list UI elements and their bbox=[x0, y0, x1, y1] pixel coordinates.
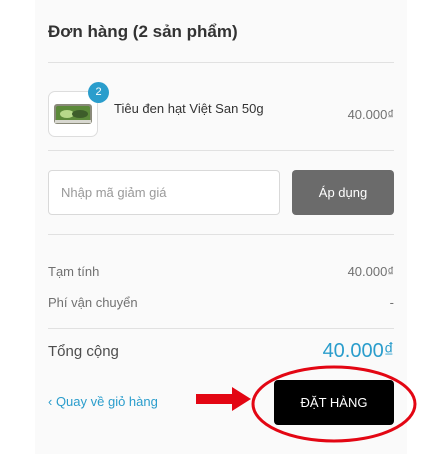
total-label: Tổng cộng bbox=[48, 343, 119, 360]
back-to-cart-link[interactable]: ‹ Quay về giỏ hàng bbox=[48, 394, 158, 409]
divider bbox=[48, 150, 394, 151]
divider bbox=[48, 62, 394, 63]
divider bbox=[48, 234, 394, 235]
total-value: 40.000₫ bbox=[322, 340, 394, 362]
product-image-icon bbox=[54, 104, 92, 124]
product-price: 40.000₫ bbox=[347, 107, 394, 122]
divider bbox=[48, 328, 394, 329]
shipping-label: Phí vận chuyển bbox=[48, 295, 138, 310]
place-order-button[interactable]: ĐẶT HÀNG bbox=[274, 380, 394, 425]
red-arrow-annotation-icon bbox=[196, 387, 251, 411]
subtotal-value: 40.000₫ bbox=[347, 264, 394, 279]
subtotal-label: Tạm tính bbox=[48, 264, 100, 279]
order-title: Đơn hàng (2 sản phẩm) bbox=[48, 22, 238, 41]
coupon-input[interactable] bbox=[48, 170, 280, 215]
apply-coupon-button[interactable]: Áp dụng bbox=[292, 170, 394, 215]
product-name: Tiêu đen hạt Việt San 50g bbox=[114, 101, 264, 116]
shipping-value: - bbox=[389, 295, 394, 310]
quantity-badge: 2 bbox=[88, 82, 109, 103]
